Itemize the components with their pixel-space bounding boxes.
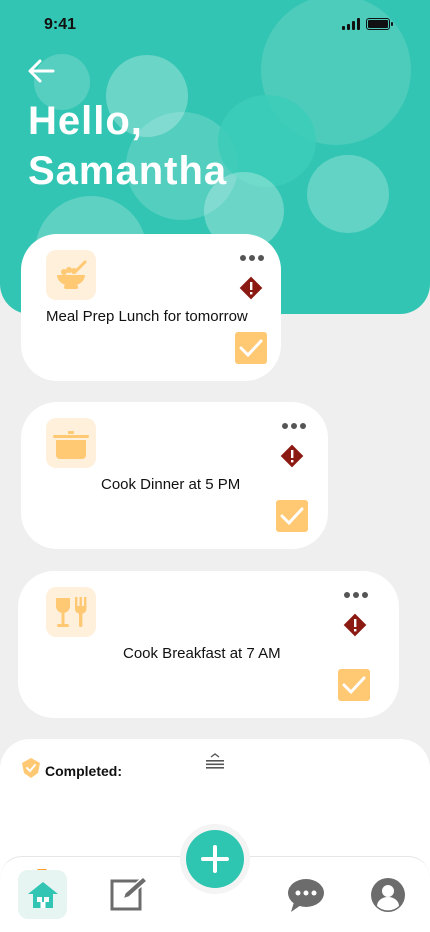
- cooking-pot-icon: [46, 418, 96, 468]
- task-card[interactable]: Cook Dinner at 5 PM: [21, 402, 328, 549]
- home-icon: [27, 881, 58, 908]
- task-title: Cook Breakfast at 7 AM: [123, 645, 281, 662]
- battery-icon: [366, 18, 393, 30]
- completed-badge-icon: [22, 758, 40, 778]
- add-task-button[interactable]: [186, 830, 244, 888]
- profile-icon[interactable]: [371, 878, 405, 912]
- task-title: Meal Prep Lunch for tomorrow: [46, 308, 248, 325]
- priority-alert-icon: [280, 444, 304, 468]
- task-card[interactable]: Cook Breakfast at 7 AM: [18, 571, 399, 718]
- task-title: Cook Dinner at 5 PM: [101, 476, 241, 493]
- status-icons: [342, 18, 393, 30]
- completed-label: Completed:: [45, 763, 122, 779]
- priority-alert-icon: [343, 613, 367, 637]
- food-bowl-icon: [46, 250, 96, 300]
- back-arrow-icon[interactable]: [26, 56, 56, 86]
- add-icon: [201, 845, 229, 873]
- signal-icon: [342, 18, 360, 30]
- more-options-icon[interactable]: [344, 592, 368, 598]
- complete-checkbox[interactable]: [235, 332, 267, 364]
- cutlery-icon: [46, 587, 96, 637]
- checkmark-icon: [239, 339, 263, 358]
- greeting-title: Hello, Samantha: [28, 99, 228, 193]
- complete-checkbox[interactable]: [276, 500, 308, 532]
- complete-checkbox[interactable]: [338, 669, 370, 701]
- checkmark-icon: [280, 507, 304, 526]
- edit-icon[interactable]: [109, 875, 149, 913]
- more-options-icon[interactable]: [240, 255, 264, 261]
- drag-handle-icon[interactable]: [205, 753, 225, 769]
- decor-bubble: [307, 155, 389, 233]
- more-options-icon[interactable]: [282, 423, 306, 429]
- status-time: 9:41: [44, 16, 77, 33]
- checkmark-icon: [342, 676, 366, 695]
- priority-alert-icon: [239, 276, 263, 300]
- chat-icon[interactable]: [286, 877, 326, 913]
- task-card[interactable]: Meal Prep Lunch for tomorrow: [21, 234, 281, 381]
- nav-home-button[interactable]: [18, 870, 67, 919]
